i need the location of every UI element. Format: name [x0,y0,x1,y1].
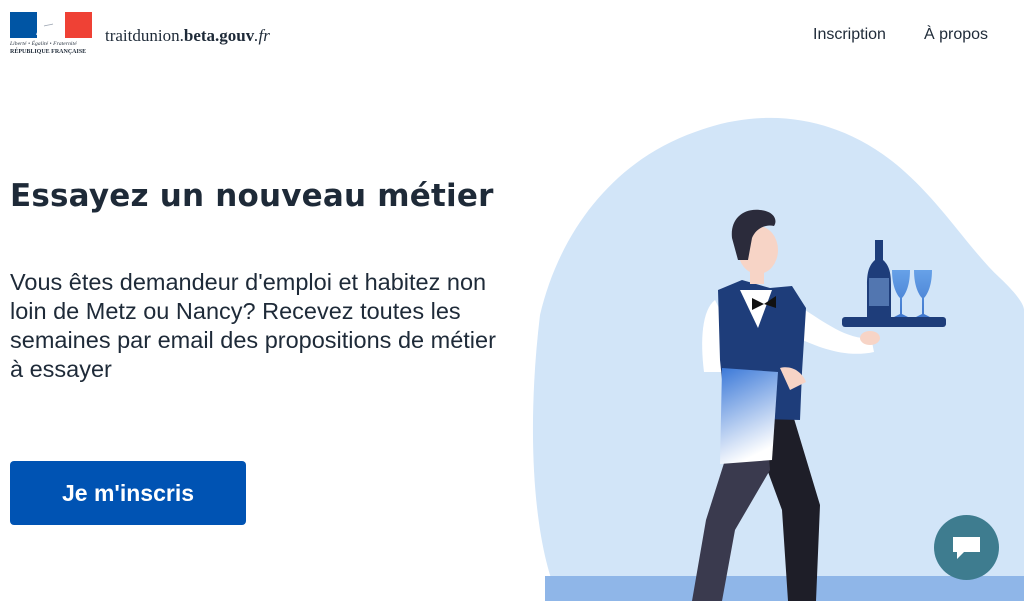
republique-francaise-label: RÉPUBLIQUE FRANÇAISE [10,49,87,55]
brand-name: traitdunion. [105,26,184,45]
hero-title: Essayez un nouveau métier [10,178,494,214]
republic-motto: Liberté • Égalité • Fraternité [10,41,77,47]
site-header: Liberté • Égalité • Fraternité RÉPUBLIQU… [0,0,1024,72]
floor [545,576,1024,601]
site-brand-link[interactable]: traitdunion.beta.gouv.fr [105,26,270,46]
signup-button[interactable]: Je m'inscris [10,461,246,525]
brand-tld: .fr [254,26,270,45]
nav-link-inscription[interactable]: Inscription [813,26,886,44]
tricolor-flag-icon [10,12,92,38]
towel [720,368,778,464]
hero-lead-text: Vous êtes demandeur d'emploi et habitez … [10,269,496,382]
nav-link-a-propos[interactable]: À propos [924,26,988,44]
brand-domain: beta.gouv [183,26,255,45]
chat-button[interactable] [934,515,999,580]
tray [842,317,946,327]
marianne-logo[interactable]: Liberté • Égalité • Fraternité RÉPUBLIQU… [10,12,92,58]
chat-bubble-icon [953,537,980,559]
